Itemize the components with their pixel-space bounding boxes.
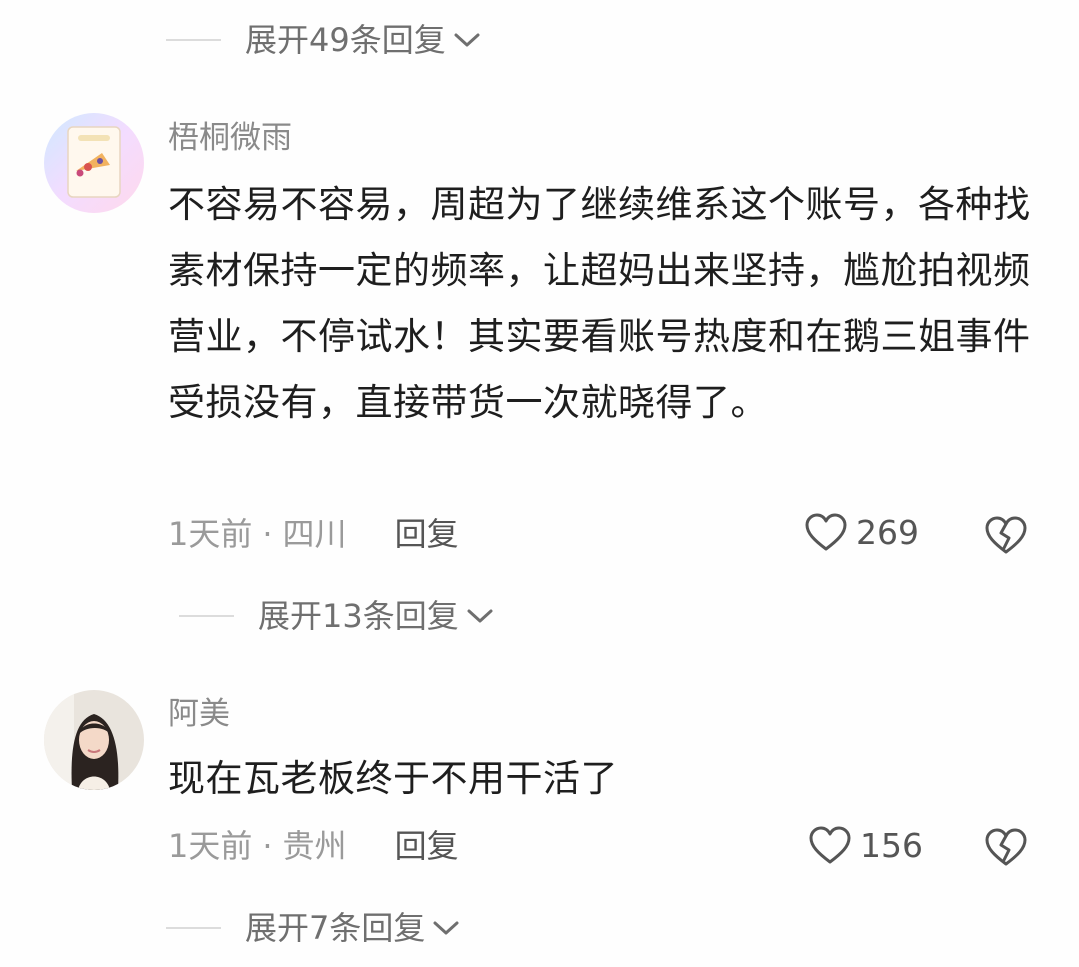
like-button[interactable]: 269	[804, 512, 919, 552]
expand-replies-label: 展开49条回复	[245, 21, 446, 59]
comment-text: 不容易不容易，周超为了继续维系这个账号，各种找素材保持一定的频率，让超妈出来坚持…	[168, 183, 1031, 424]
reply-button[interactable]: 回复	[395, 826, 459, 866]
separator-dot: ·	[262, 515, 273, 553]
separator-dot: ·	[262, 827, 273, 865]
username[interactable]: 阿美	[168, 694, 230, 734]
comment-location: 贵州	[282, 827, 347, 865]
username[interactable]: 梧桐微雨	[168, 118, 292, 158]
expand-replies-button[interactable]: 展开13条回复	[179, 596, 495, 636]
expand-replies-label: 展开7条回复	[245, 909, 426, 947]
like-count: 269	[856, 512, 919, 552]
chevron-down-icon	[467, 609, 493, 623]
avatar-image	[44, 113, 144, 213]
reply-button[interactable]: 回复	[395, 514, 459, 554]
heart-outline-icon	[805, 513, 847, 551]
avatar[interactable]	[44, 690, 144, 790]
comment-meta: 1天前 · 四川 回复	[168, 514, 459, 554]
like-button[interactable]: 156	[808, 825, 923, 865]
heart-outline-icon	[809, 826, 851, 864]
divider-line	[179, 615, 234, 617]
divider-line	[166, 927, 221, 929]
avatar-image	[44, 690, 144, 790]
comment-location: 四川	[282, 515, 347, 553]
expand-replies-button[interactable]: 展开49条回复	[166, 20, 482, 60]
chevron-down-icon	[433, 921, 459, 935]
comment-time: 1天前	[168, 827, 253, 865]
broken-heart-icon[interactable]	[984, 826, 1028, 868]
comment-meta: 1天前 · 贵州 回复	[168, 826, 459, 866]
comment-time: 1天前	[168, 515, 253, 553]
divider-line	[166, 39, 221, 41]
comment-text: 现在瓦老板终于不用干活了	[168, 757, 618, 800]
avatar[interactable]	[44, 113, 144, 213]
expand-replies-label: 展开13条回复	[258, 597, 459, 635]
broken-heart-icon[interactable]	[984, 514, 1028, 556]
like-count: 156	[860, 825, 923, 865]
chevron-down-icon	[454, 33, 480, 47]
expand-replies-button[interactable]: 展开7条回复	[166, 908, 461, 948]
